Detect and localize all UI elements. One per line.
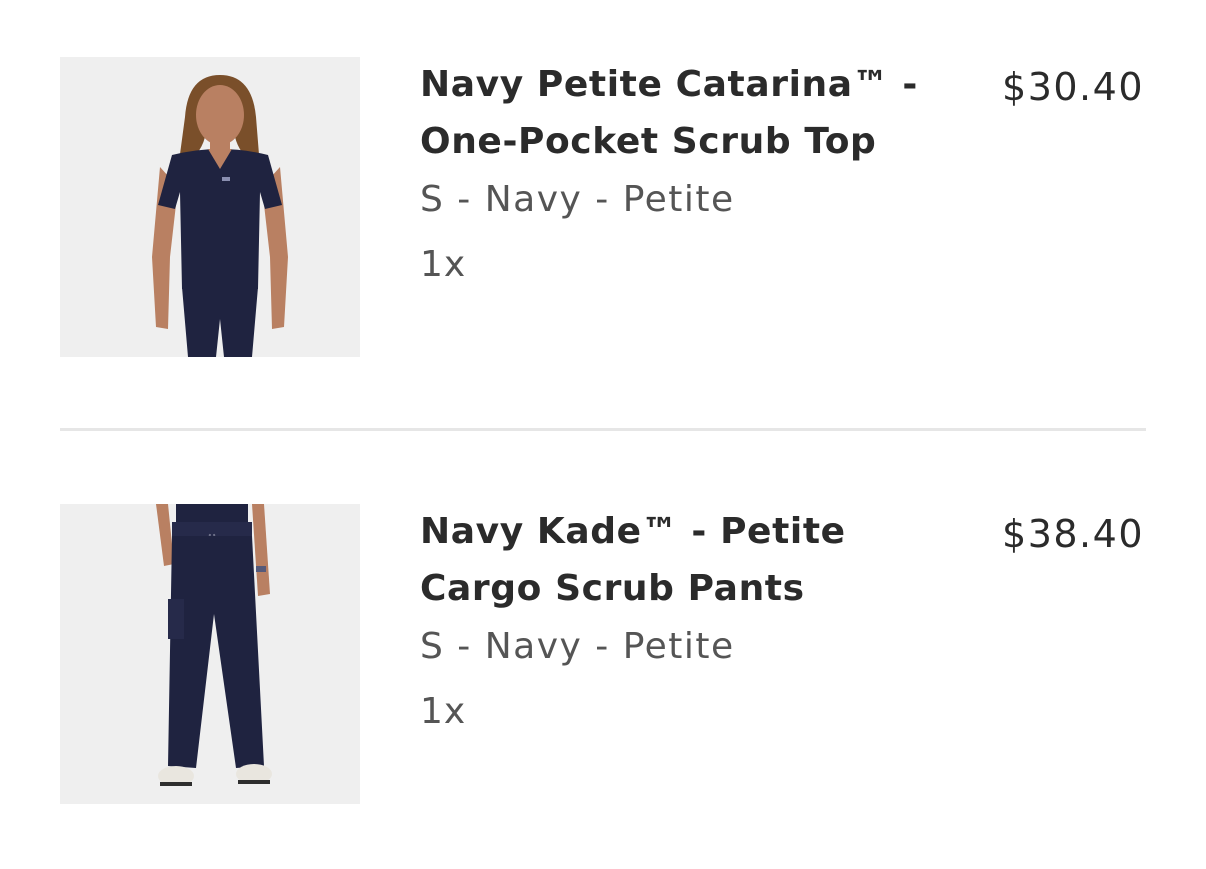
item-title[interactable]: Navy Petite Catarina™ - One-Pocket Scrub… — [420, 56, 980, 170]
item-title[interactable]: Navy Kade™ - Petite Cargo Scrub Pants — [420, 503, 980, 617]
cart-item[interactable]: Navy Petite Catarina™ - One-Pocket Scrub… — [60, 57, 1146, 357]
cart-item[interactable]: Navy Kade™ - Petite Cargo Scrub Pants S … — [60, 504, 1146, 804]
item-quantity: 1x — [420, 244, 467, 285]
divider — [60, 428, 1146, 431]
item-price: $38.40 — [1002, 512, 1144, 556]
item-details: Navy Kade™ - Petite Cargo Scrub Pants S … — [420, 504, 980, 742]
product-image[interactable] — [60, 57, 360, 357]
item-quantity: 1x — [420, 691, 467, 732]
item-details: Navy Petite Catarina™ - One-Pocket Scrub… — [420, 57, 980, 295]
scrub-top-photo-icon — [60, 57, 360, 357]
scrub-pants-photo-icon — [60, 504, 360, 804]
item-variant: S - Navy - Petite — [420, 626, 735, 667]
product-image[interactable] — [60, 504, 360, 804]
cart-item-list: Navy Petite Catarina™ - One-Pocket Scrub… — [0, 0, 1206, 869]
item-variant: S - Navy - Petite — [420, 179, 735, 220]
item-price: $30.40 — [1002, 65, 1144, 109]
